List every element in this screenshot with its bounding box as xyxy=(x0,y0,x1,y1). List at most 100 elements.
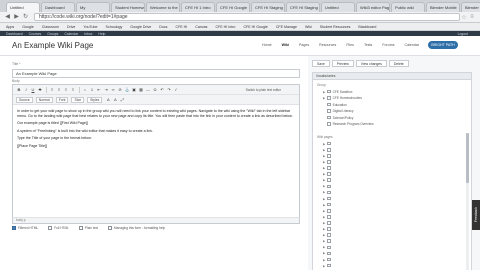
tree-item[interactable]: ▶ xyxy=(323,226,463,231)
browser-tab[interactable]: CFE HI 1 Intro xyxy=(181,2,215,12)
tree-item[interactable]: ▶ xyxy=(323,147,463,152)
tree-checkbox[interactable] xyxy=(327,227,331,231)
tree-checkbox[interactable] xyxy=(327,196,331,201)
format-option[interactable]: Full HTML xyxy=(48,226,69,230)
tree-item[interactable]: ▶ xyxy=(323,178,463,183)
styles-select[interactable]: Styles xyxy=(87,96,103,103)
rich-text-editor[interactable]: B I U S ≡ ≡ ≡ ≡ • 1 ⇤ ⇥ ∞ ⊘ ⚓ ▣ ▦ ― Ω ↶ … xyxy=(12,84,300,224)
redo-icon[interactable]: ↷ xyxy=(166,87,172,93)
browser-tab[interactable]: Public wiki xyxy=(391,2,425,12)
tree-checkbox[interactable] xyxy=(327,202,331,207)
tree-checkbox[interactable] xyxy=(327,154,331,158)
bookmark-link[interactable]: Google xyxy=(22,25,34,29)
browser-tab[interactable]: Wiki3 editor Page xyxy=(356,2,390,12)
menu-icon[interactable]: ≡ xyxy=(468,14,476,20)
radio-box[interactable] xyxy=(12,226,16,230)
tab-wiki[interactable]: Wiki xyxy=(282,43,289,47)
app-nav-link[interactable]: Groups xyxy=(47,32,58,36)
tree-item[interactable]: ▶ xyxy=(323,233,463,238)
tree-item[interactable]: ▶ xyxy=(323,196,463,201)
browser-tab[interactable]: Untitled xyxy=(6,2,40,12)
tree-checkbox[interactable] xyxy=(327,233,331,237)
tab-calendar[interactable]: Calendar xyxy=(405,43,420,47)
scroll-thumb[interactable] xyxy=(466,133,469,183)
tab-pages[interactable]: Pages xyxy=(299,43,309,47)
italic-icon[interactable]: I xyxy=(23,87,29,93)
tree-item[interactable]: ▶ xyxy=(323,220,463,225)
tree-checkbox[interactable] xyxy=(327,115,331,120)
tree-checkbox[interactable] xyxy=(327,109,331,113)
browser-tab[interactable]: CFE HI Staging xyxy=(286,2,320,12)
bookmark-link[interactable]: Drive xyxy=(67,25,75,29)
align-left-icon[interactable]: ≡ xyxy=(49,87,55,93)
align-center-icon[interactable]: ≡ xyxy=(56,87,62,93)
tab-files[interactable]: Files xyxy=(346,43,354,47)
editor-content[interactable]: In order to get your wiki page to show u… xyxy=(17,109,295,152)
tree-checkbox[interactable] xyxy=(327,147,331,152)
radio-box[interactable] xyxy=(78,226,83,230)
plain-text-toggle[interactable]: Switch to plain text editor xyxy=(246,88,281,92)
tab-resources[interactable]: Resources xyxy=(319,43,336,47)
preview-button[interactable]: Preview xyxy=(331,60,354,67)
tree-checkbox[interactable] xyxy=(327,122,331,126)
app-nav-link[interactable]: Help xyxy=(98,32,105,36)
save-button[interactable]: Save xyxy=(312,60,330,67)
tab-forums[interactable]: Forums xyxy=(382,43,394,47)
format-option[interactable]: Filtered HTML xyxy=(12,226,38,230)
view-changes-button[interactable]: View changes xyxy=(355,60,387,67)
bookmark-link[interactable]: Google Drive xyxy=(130,25,151,29)
tree-item[interactable]: ▶ xyxy=(323,251,463,256)
anchor-icon[interactable]: ⚓ xyxy=(124,87,130,93)
tree-checkbox[interactable] xyxy=(327,221,331,225)
spellcheck-icon[interactable]: ✓ xyxy=(173,87,179,93)
brand-button[interactable]: BRIGHT PATH xyxy=(428,41,458,49)
tree-checkbox[interactable] xyxy=(327,263,331,268)
tree-item[interactable]: ▶ xyxy=(323,184,463,189)
browser-tab[interactable]: Untitled xyxy=(321,2,355,12)
bookmark-link[interactable]: Student Resources xyxy=(320,25,351,29)
bookmark-link[interactable]: CFE HI Intro xyxy=(215,25,235,29)
bookmark-link[interactable]: CFE HI xyxy=(175,25,187,29)
tree-item[interactable]: ▶ xyxy=(323,153,463,158)
tree-checkbox[interactable] xyxy=(327,160,331,164)
tree-item[interactable]: Research Program Overview xyxy=(323,122,463,127)
format-option[interactable]: Plain text xyxy=(78,226,98,230)
maximize-icon[interactable]: ⤢ xyxy=(119,97,125,103)
tree-checkbox[interactable] xyxy=(327,184,331,189)
browser-tab[interactable]: Dashboard xyxy=(41,2,75,12)
tree-checkbox[interactable] xyxy=(327,96,331,100)
tree-item[interactable]: ▶ xyxy=(323,172,463,177)
tree-checkbox[interactable] xyxy=(327,166,331,170)
bookmark-link[interactable]: CFE Manage xyxy=(276,25,297,29)
tab-tests[interactable]: Tests xyxy=(364,43,372,47)
bookmark-link[interactable]: Docs xyxy=(159,25,167,29)
tree-checkbox[interactable] xyxy=(327,239,331,244)
size-select[interactable]: Size xyxy=(71,96,85,103)
app-nav-link[interactable]: Courses xyxy=(29,32,42,36)
tree-checkbox[interactable] xyxy=(327,190,331,195)
bookmark-link[interactable]: Classroom xyxy=(42,25,59,29)
tree-item[interactable]: ▶ CFE Sandbox xyxy=(323,89,463,94)
bookmark-link[interactable]: Apps xyxy=(6,25,14,29)
bookmark-star-icon[interactable]: ☆ xyxy=(460,14,468,21)
bookmark-link[interactable]: Schoology xyxy=(106,25,123,29)
table-icon[interactable]: ▦ xyxy=(138,87,144,93)
tree-item[interactable]: ▶ CFE Homeschoolers xyxy=(323,96,463,101)
tree-item[interactable]: ▶ xyxy=(323,165,463,170)
tree-checkbox[interactable] xyxy=(327,208,331,213)
tree-item[interactable]: Science/Policy xyxy=(323,115,463,120)
tree-checkbox[interactable] xyxy=(327,102,331,107)
outdent-icon[interactable]: ⇤ xyxy=(96,87,102,93)
strikethrough-icon[interactable]: S xyxy=(37,87,43,93)
tree-checkbox[interactable] xyxy=(327,245,331,250)
tree-item[interactable]: Digital Literacy xyxy=(323,109,463,114)
tree-checkbox[interactable] xyxy=(327,178,331,183)
title-input[interactable]: An Example Wiki Page xyxy=(12,69,300,78)
indent-icon[interactable]: ⇥ xyxy=(103,87,109,93)
logout-link[interactable]: Logout xyxy=(458,32,468,36)
horizontal-rule-icon[interactable]: ― xyxy=(145,87,151,93)
url-field[interactable]: https://code.wiki.org/node/?edit=1#page xyxy=(34,13,460,21)
tree-item[interactable]: ▶ xyxy=(323,141,463,146)
bold-icon[interactable]: B xyxy=(16,87,22,93)
tree-item[interactable]: ▶ xyxy=(323,257,463,262)
